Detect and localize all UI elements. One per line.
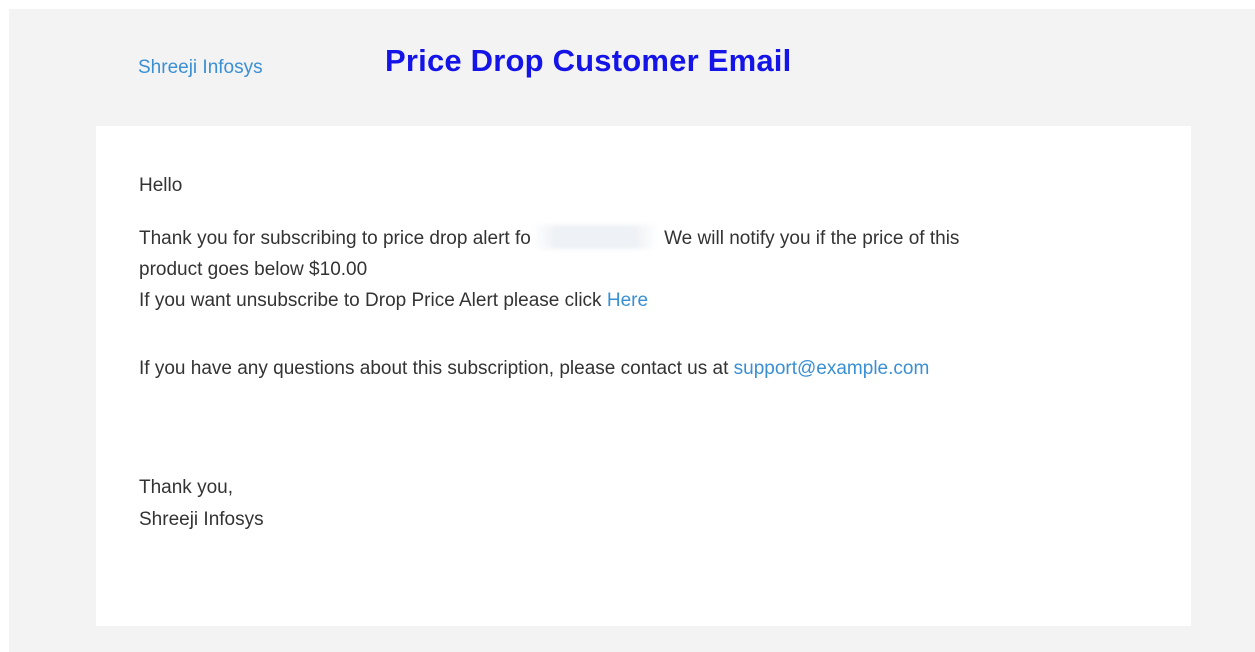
page-title: Price Drop Customer Email [385, 43, 792, 78]
email-body-card: Hello Thank you for subscribing to price… [96, 126, 1191, 626]
email-header: Shreeji Infosys Price Drop Customer Emai… [9, 9, 1255, 126]
contact-line: If you have any questions about this sub… [139, 353, 929, 384]
closing-block: Thank you, Shreeji Infosys [139, 472, 264, 536]
unsubscribe-link[interactable]: Here [607, 290, 648, 311]
unsubscribe-line: If you want unsubscribe to Drop Price Al… [139, 285, 959, 316]
redacted-product-name [530, 225, 659, 249]
price-threshold-line: product goes below $10.00 [139, 259, 368, 280]
signature-text: Shreeji Infosys [139, 509, 264, 530]
subscription-line-1: Thank you for subscribing to price drop … [139, 223, 959, 254]
subscription-text-start: Thank you for subscribing to price drop … [139, 228, 531, 249]
contact-text: If you have any questions about this sub… [139, 358, 734, 379]
signoff-text: Thank you, [139, 477, 233, 498]
greeting-text: Hello [139, 175, 183, 196]
brand-link[interactable]: Shreeji Infosys [138, 57, 263, 79]
subscription-paragraph: Thank you for subscribing to price drop … [139, 223, 959, 316]
email-background: Shreeji Infosys Price Drop Customer Emai… [9, 9, 1255, 652]
subscription-text-end: We will notify you if the price of this [658, 228, 960, 249]
support-email-link[interactable]: support@example.com [734, 358, 930, 379]
unsubscribe-text: If you want unsubscribe to Drop Price Al… [139, 290, 607, 311]
